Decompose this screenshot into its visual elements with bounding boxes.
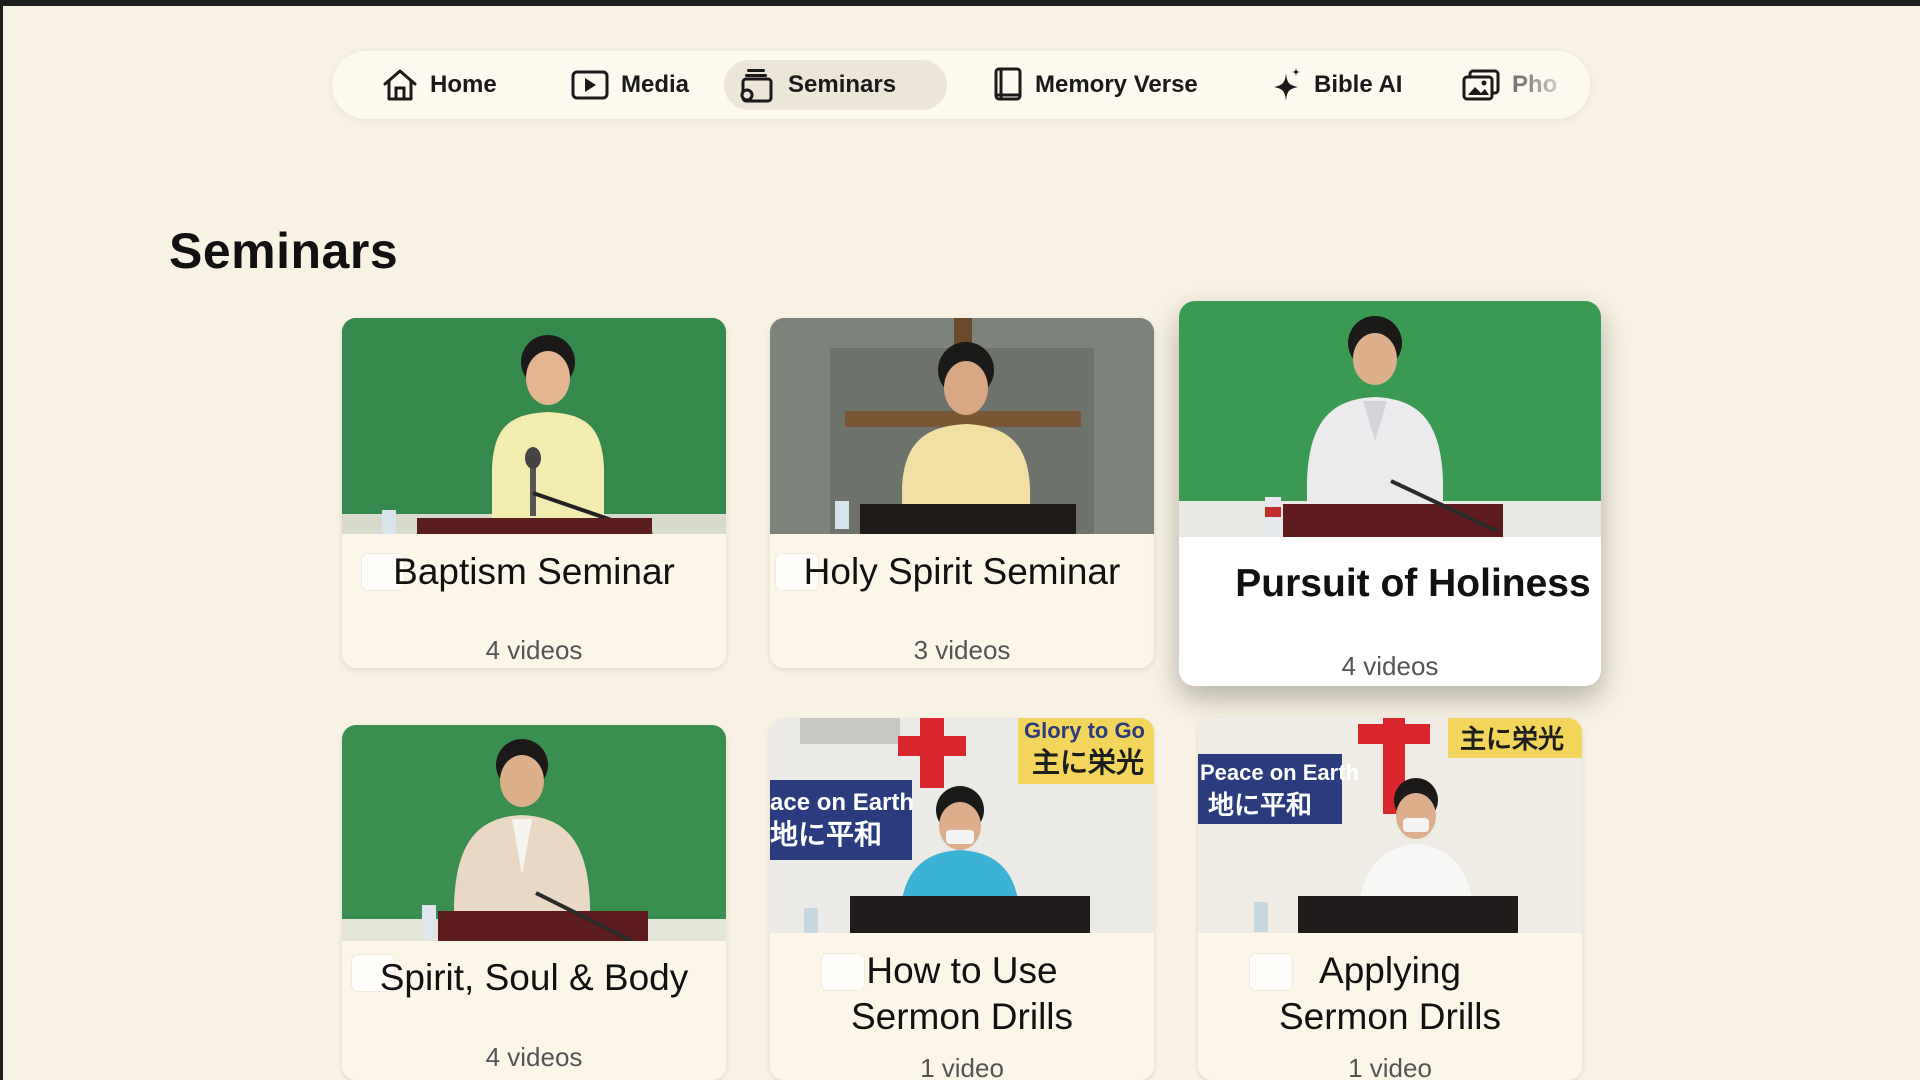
seminar-card-pursuit-of-holiness[interactable]: Pursuit of Holiness 4 videos [1179, 301, 1601, 686]
banner-left-text: ace on Earth [770, 789, 914, 816]
nav-fade [1520, 51, 1590, 119]
card-video-count: 1 video [1348, 1053, 1432, 1080]
tab-media[interactable]: Media [557, 60, 703, 110]
seminars-icon [740, 69, 773, 103]
left-edge [0, 0, 3, 1080]
tab-home[interactable]: Home [368, 60, 511, 110]
card-title: Holy Spirit Seminar [803, 551, 1121, 592]
card-thumbnail [770, 318, 1154, 534]
tab-memory-verse[interactable]: Memory Verse [979, 60, 1212, 110]
card-thumbnail [342, 725, 726, 941]
tab-memory-verse-label: Memory Verse [1035, 71, 1198, 98]
top-navigation-bar: Home Media Seminars Memory Verse Bible A… [332, 51, 1590, 119]
seminar-card-applying-sermon-drills[interactable]: Peace on Earth 地に平和 主に栄光 Applying Sermon… [1198, 718, 1582, 1080]
tab-media-label: Media [621, 71, 690, 98]
card-video-count: 4 videos [485, 1042, 583, 1072]
home-icon [383, 69, 417, 101]
card-video-count: 4 videos [1341, 651, 1439, 681]
seminar-card-holy-spirit[interactable]: Holy Spirit Seminar 3 videos [770, 318, 1154, 668]
sparkle-icon [1274, 68, 1300, 101]
card-title-line-2: Sermon Drills [1278, 996, 1502, 1037]
section-title: Seminars [169, 223, 399, 279]
photos-icon [1462, 69, 1500, 101]
seminar-card-how-to-use-sermon-drills[interactable]: ace on Earth 地に平和 Glory to Go 主に栄光 How t… [770, 718, 1154, 1080]
card-title-line-1: How to Use [866, 950, 1058, 991]
card-title-line-1: Applying [1319, 950, 1461, 991]
card-title: Pursuit of Holiness [1235, 562, 1591, 605]
card-title-line-2: Sermon Drills [850, 996, 1074, 1037]
card-title: Baptism Seminar [393, 551, 675, 592]
card-thumbnail [342, 318, 726, 534]
tab-bible-ai-label: Bible AI [1314, 71, 1403, 98]
top-edge [0, 0, 1920, 6]
banner-left-jp-text: 地に平和 [770, 818, 882, 851]
seminar-card-baptism[interactable]: Baptism Seminar 4 videos [342, 318, 726, 668]
card-video-count: 3 videos [913, 635, 1011, 665]
card-video-count: 1 video [920, 1053, 1004, 1080]
tab-bible-ai[interactable]: Bible AI [1258, 60, 1416, 110]
card-thumbnail: Peace on Earth 地に平和 主に栄光 [1198, 718, 1582, 933]
play-icon [571, 70, 609, 100]
banner-right-jp-text: 主に栄光 [1032, 746, 1144, 779]
card-thumbnail: ace on Earth 地に平和 Glory to Go 主に栄光 [770, 718, 1154, 933]
tab-home-label: Home [430, 71, 497, 98]
banner-left-text: Peace on Earth [1200, 760, 1359, 785]
seminar-card-spirit-soul-body[interactable]: Spirit, Soul & Body 4 videos [342, 725, 726, 1080]
banner-right-text: Glory to Go [1024, 718, 1145, 743]
banner-right-jp-text: 主に栄光 [1460, 725, 1564, 755]
tab-seminars-label: Seminars [788, 71, 897, 98]
card-thumbnail [1179, 301, 1601, 537]
banner-left-jp-text: 地に平和 [1208, 791, 1312, 821]
tab-seminars[interactable]: Seminars [724, 60, 947, 110]
card-title: Spirit, Soul & Body [379, 957, 689, 998]
book-icon [994, 67, 1022, 101]
card-video-count: 4 videos [485, 635, 583, 665]
